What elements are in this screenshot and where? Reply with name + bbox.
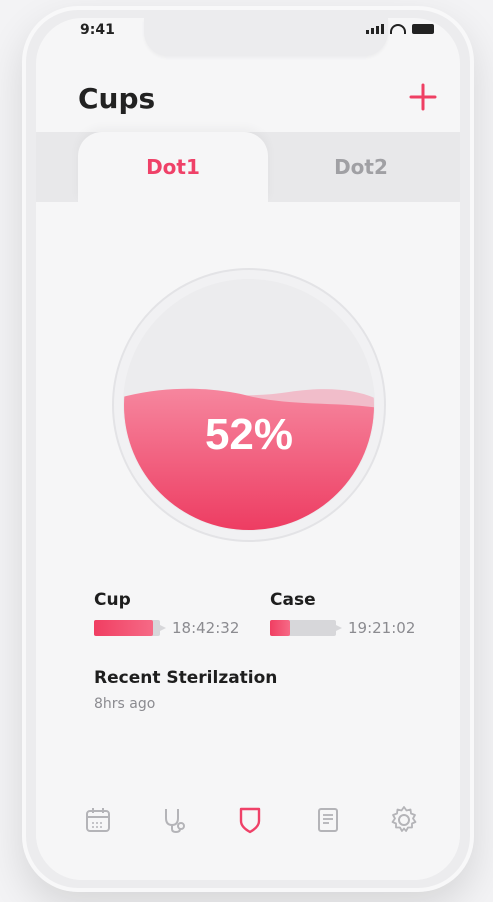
wifi-icon [390, 24, 406, 34]
nav-health[interactable] [154, 800, 194, 840]
status-icons [366, 24, 434, 34]
page-title: Cups [78, 82, 156, 115]
case-battery-fill [270, 620, 290, 636]
nav-document[interactable] [308, 800, 348, 840]
calendar-icon [86, 808, 110, 832]
nav-settings[interactable] [384, 800, 424, 840]
recent-sterilization-title: Recent Sterilzation [94, 668, 278, 688]
nav-calendar[interactable] [78, 800, 118, 840]
document-icon [318, 808, 338, 832]
recent-sterilization-time: 8hrs ago [94, 696, 156, 712]
cup-battery-fill [94, 620, 154, 636]
add-button[interactable] [406, 80, 440, 114]
percent-label: 52% [205, 410, 293, 459]
case-label: Case [270, 590, 316, 610]
plus-icon [409, 83, 437, 111]
battery-icon [412, 24, 434, 34]
tab-bar: Dot1 Dot2 [36, 132, 460, 202]
cup-icon [239, 807, 261, 834]
gear-icon [391, 806, 417, 832]
bottom-nav [36, 788, 460, 848]
case-battery-bar [270, 620, 342, 636]
cup-label: Cup [94, 590, 131, 610]
level-gauge: 52% [110, 266, 388, 544]
tab-dot1[interactable]: Dot1 [78, 132, 268, 202]
signal-icon [366, 24, 384, 34]
notch [144, 18, 388, 56]
case-time: 19:21:02 [348, 619, 416, 637]
cup-battery-bar [94, 620, 166, 636]
app-screen: 9:41 Cups Dot1 Dot2 52% Cup 18:42:32 Cas… [36, 18, 460, 880]
bar-tip [336, 625, 342, 631]
stethoscope-icon [165, 809, 185, 834]
tab-dot2[interactable]: Dot2 [276, 132, 446, 202]
status-time: 9:41 [80, 22, 115, 38]
bar-tip [160, 625, 166, 631]
cup-time: 18:42:32 [172, 619, 240, 637]
content-area: 52% Cup 18:42:32 Case 19:21:02 Recent St… [36, 202, 460, 880]
nav-cup[interactable] [230, 800, 270, 840]
